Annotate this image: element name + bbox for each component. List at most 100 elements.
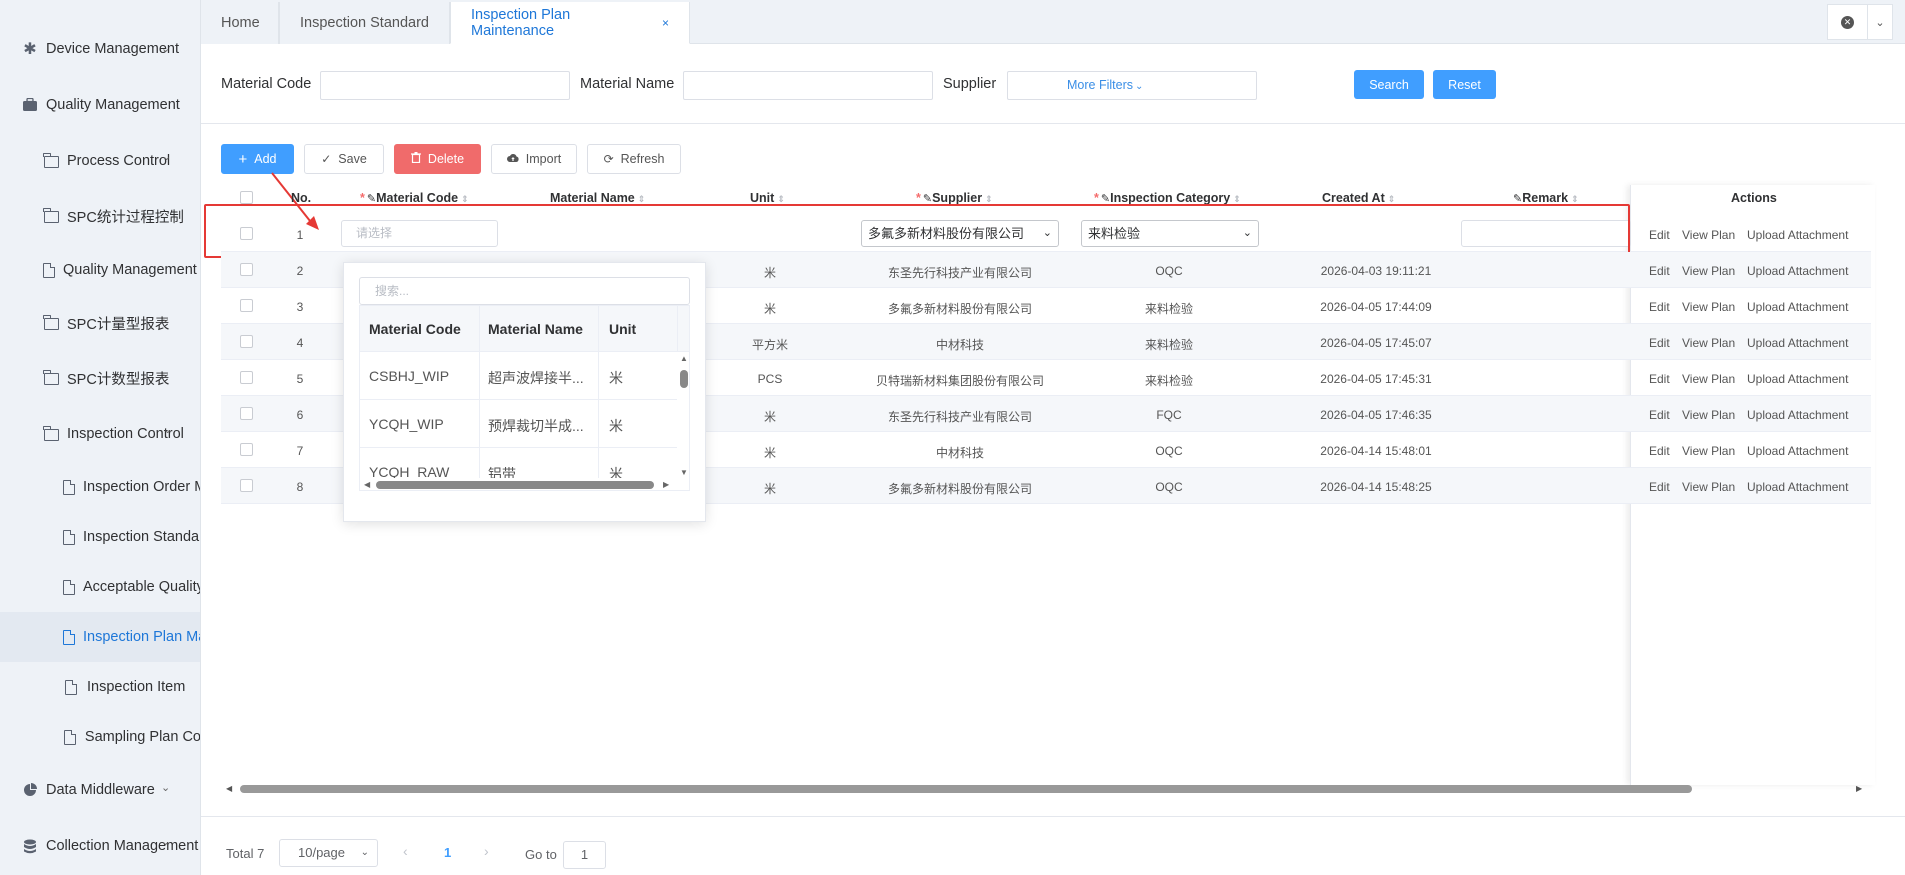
- upload-attachment-link[interactable]: Upload Attachment: [1747, 264, 1848, 278]
- view-plan-link[interactable]: View Plan: [1682, 336, 1735, 350]
- row-no: 3: [296, 300, 304, 314]
- sort-icon[interactable]: ⇕: [985, 194, 993, 204]
- view-plan-link[interactable]: View Plan: [1682, 372, 1735, 386]
- view-plan-link[interactable]: View Plan: [1682, 300, 1735, 314]
- file-icon: [63, 729, 77, 745]
- edit-link[interactable]: Edit: [1649, 408, 1670, 422]
- sidebar-item-inspection-item[interactable]: Inspection Item: [0, 662, 200, 712]
- row-checkbox[interactable]: [240, 263, 253, 276]
- view-plan-link[interactable]: View Plan: [1682, 264, 1735, 278]
- upload-attachment-link[interactable]: Upload Attachment: [1747, 300, 1848, 314]
- scroll-thumb[interactable]: [240, 785, 1692, 793]
- material-name-input[interactable]: [683, 71, 933, 100]
- delete-button[interactable]: Delete: [394, 144, 481, 174]
- sidebar-item-inspection-order[interactable]: Inspection Order M: [0, 462, 200, 512]
- row-checkbox[interactable]: [240, 335, 253, 348]
- edit-link[interactable]: Edit: [1649, 372, 1670, 386]
- popup-search-input[interactable]: 搜索...: [359, 277, 690, 305]
- upload-attachment-link[interactable]: Upload Attachment: [1747, 228, 1848, 242]
- edit-link[interactable]: Edit: [1649, 480, 1670, 494]
- scroll-right-icon[interactable]: ▶: [1856, 784, 1862, 793]
- chevron-down-icon: ⌄: [163, 424, 173, 436]
- row-checkbox[interactable]: [240, 479, 253, 492]
- edit-link[interactable]: Edit: [1649, 228, 1670, 242]
- upload-attachment-link[interactable]: Upload Attachment: [1747, 372, 1848, 386]
- sidebar-item-data-middleware[interactable]: Data Middleware ⌄: [0, 765, 200, 815]
- sort-icon[interactable]: ⇕: [1233, 194, 1241, 204]
- scroll-left-icon[interactable]: ◀: [226, 784, 232, 793]
- sidebar-item-inspection-standard[interactable]: Inspection Standar: [0, 512, 200, 562]
- row-checkbox[interactable]: [240, 443, 253, 456]
- row-no: 6: [296, 408, 304, 422]
- scroll-left-icon[interactable]: ◀: [364, 480, 370, 489]
- sidebar-item-collection-management[interactable]: Collection Management ⌄: [0, 821, 200, 871]
- scroll-thumb[interactable]: [680, 370, 688, 388]
- sidebar-item-spc-variable[interactable]: SPC计量型报表 ⌄: [0, 298, 200, 348]
- tab-inspection-standard[interactable]: Inspection Standard: [279, 2, 450, 44]
- sort-icon[interactable]: ⇕: [777, 194, 785, 204]
- tab-menu-dropdown[interactable]: ⌄: [1868, 16, 1892, 29]
- row-checkbox[interactable]: [240, 299, 253, 312]
- sidebar-item-acceptable-quality[interactable]: Acceptable Quality: [0, 562, 200, 612]
- page-size-select[interactable]: 10/page ⌄: [279, 839, 378, 867]
- sort-icon[interactable]: ⇕: [638, 194, 646, 204]
- header-material-name[interactable]: Material Name ⇕: [550, 191, 645, 205]
- sidebar-item-inspection-plan[interactable]: Inspection Plan Ma: [0, 612, 200, 662]
- sort-icon[interactable]: ⇕: [1571, 194, 1579, 204]
- scroll-right-icon[interactable]: ▶: [663, 480, 669, 489]
- upload-attachment-link[interactable]: Upload Attachment: [1747, 480, 1848, 494]
- header-unit[interactable]: Unit ⇕: [750, 191, 785, 205]
- sidebar-item-spc-process[interactable]: SPC统计过程控制: [0, 191, 200, 241]
- sidebar-item-process-control[interactable]: Process Control ⌄: [0, 136, 200, 186]
- close-all-button[interactable]: ✕: [1828, 5, 1868, 39]
- search-button[interactable]: Search: [1354, 70, 1424, 99]
- header-remark[interactable]: ✎Remark ⇕: [1513, 191, 1579, 205]
- prev-page-button[interactable]: ‹: [403, 843, 408, 859]
- sidebar-item-device-management[interactable]: ✱ Device Management ⌄: [0, 24, 200, 74]
- close-icon[interactable]: ×: [662, 16, 669, 30]
- material-code-input[interactable]: [320, 71, 570, 100]
- header-created-at[interactable]: Created At ⇕: [1322, 191, 1395, 205]
- edit-link[interactable]: Edit: [1649, 336, 1670, 350]
- row-checkbox[interactable]: [240, 407, 253, 420]
- popup-hscrollbar[interactable]: ◀ ▶: [360, 478, 677, 490]
- tab-home[interactable]: Home: [201, 2, 279, 44]
- select-all-checkbox[interactable]: [240, 191, 253, 204]
- upload-attachment-link[interactable]: Upload Attachment: [1747, 336, 1848, 350]
- scroll-up-icon[interactable]: ▲: [680, 354, 688, 363]
- header-supplier[interactable]: * ✎Supplier ⇕: [916, 191, 993, 205]
- table-hscrollbar[interactable]: ◀ ▶: [226, 784, 1866, 794]
- edit-link[interactable]: Edit: [1649, 444, 1670, 458]
- sort-icon[interactable]: ⇕: [461, 194, 469, 204]
- sidebar-item-inspection-control[interactable]: Inspection Control ⌄: [0, 409, 200, 459]
- view-plan-link[interactable]: View Plan: [1682, 228, 1735, 242]
- refresh-button[interactable]: ⟳ Refresh: [587, 144, 681, 174]
- scroll-down-icon[interactable]: ▼: [680, 468, 688, 477]
- sidebar-item-sampling-plan[interactable]: Sampling Plan Co: [0, 712, 200, 762]
- view-plan-link[interactable]: View Plan: [1682, 480, 1735, 494]
- page-number-active[interactable]: 1: [444, 845, 451, 860]
- edit-link[interactable]: Edit: [1649, 300, 1670, 314]
- edit-link[interactable]: Edit: [1649, 264, 1670, 278]
- upload-attachment-link[interactable]: Upload Attachment: [1747, 444, 1848, 458]
- upload-attachment-link[interactable]: Upload Attachment: [1747, 408, 1848, 422]
- next-page-button[interactable]: ›: [484, 843, 489, 859]
- header-inspection-category[interactable]: * ✎Inspection Category ⇕: [1094, 191, 1241, 205]
- goto-page-input[interactable]: 1: [563, 841, 606, 869]
- row-checkbox[interactable]: [240, 371, 253, 384]
- popup-row[interactable]: CSBHJ_WIP 超声波焊接半... 米: [360, 352, 677, 400]
- view-plan-link[interactable]: View Plan: [1682, 408, 1735, 422]
- more-filters-link[interactable]: More Filters ⌄: [1067, 78, 1143, 92]
- popup-vscrollbar[interactable]: ▲ ▼: [677, 352, 689, 478]
- view-plan-link[interactable]: View Plan: [1682, 444, 1735, 458]
- scroll-thumb[interactable]: [376, 481, 654, 489]
- sidebar-item-quality-management[interactable]: Quality Management: [0, 80, 200, 130]
- popup-row[interactable]: YCQH_WIP 预焊裁切半成... 米: [360, 400, 677, 448]
- header-material-code[interactable]: * ✎Material Code ⇕: [360, 191, 469, 205]
- import-button[interactable]: Import: [491, 144, 577, 174]
- sort-icon[interactable]: ⇕: [1388, 194, 1396, 204]
- sidebar-item-spc-attribute[interactable]: SPC计数型报表 ⌄: [0, 353, 200, 403]
- sidebar-item-quality-management-i[interactable]: Quality Management I: [0, 245, 200, 295]
- tab-inspection-plan-maintenance[interactable]: Inspection Plan Maintenance ×: [450, 2, 690, 44]
- reset-button[interactable]: Reset: [1433, 70, 1496, 99]
